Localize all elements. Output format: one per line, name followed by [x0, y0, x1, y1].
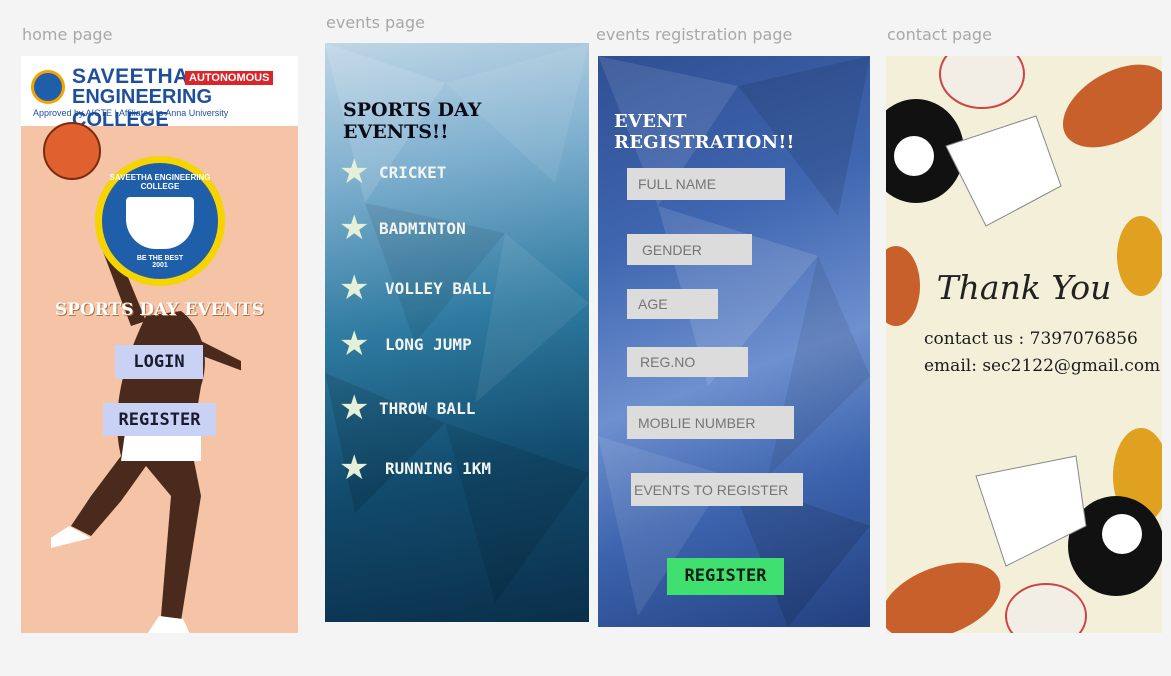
register-button[interactable]: REGISTER: [103, 403, 216, 436]
registration-heading: EVENT REGISTRATION!!: [614, 111, 795, 153]
contact-phone: contact us : 7397076856: [924, 329, 1138, 349]
college-logo-icon: [31, 70, 65, 104]
event-item-running[interactable]: ★ RUNNING 1KM: [339, 451, 491, 485]
event-label: RUNNING 1KM: [385, 458, 491, 478]
login-button[interactable]: LOGIN: [115, 345, 203, 379]
event-item-long-jump[interactable]: ★ LONG JUMP: [339, 327, 472, 361]
events-heading: SPORTS DAY EVENTS!!: [343, 99, 482, 143]
event-label: VOLLEY BALL: [385, 278, 491, 298]
event-label: BADMINTON: [379, 218, 466, 238]
event-label: CRICKET: [379, 162, 447, 182]
seal-motto-text: BE THE BEST: [136, 255, 184, 262]
college-seal-icon: SAVEETHA ENGINEERING COLLEGE BE THE BEST…: [95, 156, 225, 286]
thank-you-text: Thank You: [936, 268, 1112, 307]
star-icon: ★: [339, 209, 370, 247]
events-page-frame: SPORTS DAY EVENTS!! ★ CRICKET ★ BADMINTO…: [325, 43, 589, 622]
home-page-frame: SAVEETHA AUTONOMOUS ENGINEERING COLLEGE …: [21, 56, 298, 633]
event-item-volley-ball[interactable]: ★ VOLLEY BALL: [339, 271, 491, 305]
star-icon: ★: [339, 269, 370, 307]
approval-text: Approved by AICTE | Affiliated to Anna U…: [33, 108, 229, 118]
seal-year: 2001: [152, 262, 168, 269]
home-page-label: home page: [22, 25, 113, 44]
star-icon: ★: [339, 449, 370, 487]
full-name-field[interactable]: [627, 168, 785, 200]
event-label: THROW BALL: [379, 398, 476, 418]
registration-page-label: events registration page: [596, 25, 793, 44]
submit-register-button[interactable]: REGISTER: [667, 558, 784, 595]
basketball-icon: [43, 122, 101, 180]
event-item-throw-ball[interactable]: ★ THROW BALL: [339, 391, 475, 425]
autonomous-badge: AUTONOMOUS: [185, 71, 274, 85]
registration-page-frame: EVENT REGISTRATION!! REGISTER: [598, 56, 870, 627]
events-page-label: events page: [326, 13, 425, 32]
seal-college-name: SAVEETHA ENGINEERING COLLEGE: [109, 173, 211, 191]
mobile-number-field[interactable]: [627, 406, 794, 439]
home-headline: SPORTS DAY EVENTS: [54, 300, 265, 320]
reg-no-field[interactable]: [627, 347, 748, 377]
star-icon: ★: [339, 389, 370, 427]
contact-page-label: contact page: [887, 25, 992, 44]
age-field[interactable]: [627, 289, 718, 319]
contact-email: email: sec2122@gmail.com: [924, 356, 1161, 376]
seal-motto: BE THE BEST 2001: [102, 255, 218, 269]
gender-field[interactable]: [627, 234, 752, 265]
events-to-register-field[interactable]: [631, 473, 803, 506]
contact-page-frame: Thank You contact us : 7397076856 email:…: [886, 56, 1162, 633]
event-item-badminton[interactable]: ★ BADMINTON: [339, 211, 466, 245]
event-label: LONG JUMP: [385, 334, 472, 354]
event-item-cricket[interactable]: ★ CRICKET: [339, 155, 446, 189]
star-icon: ★: [339, 325, 370, 363]
seal-shield-icon: [126, 197, 194, 249]
star-icon: ★: [339, 153, 370, 191]
college-banner: SAVEETHA AUTONOMOUS ENGINEERING COLLEGE …: [21, 56, 298, 131]
